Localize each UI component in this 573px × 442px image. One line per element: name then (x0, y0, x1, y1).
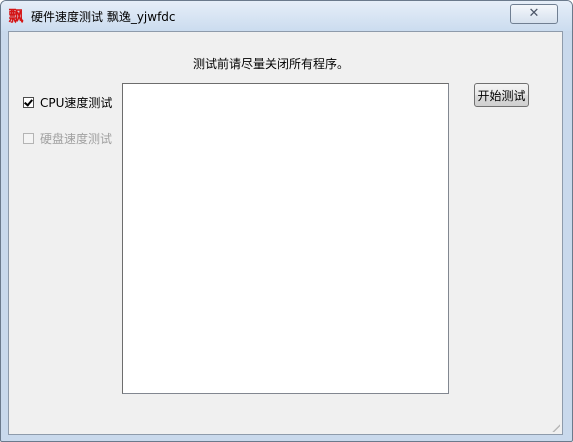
cpu-test-checkbox-row[interactable]: CPU速度测试 (23, 94, 112, 110)
title-bar[interactable]: 飘 硬件速度测试 飘逸_yjwfdc ✕ (1, 1, 572, 31)
close-button[interactable]: ✕ (510, 4, 558, 24)
notice-text: 测试前请尽量关闭所有程序。 (193, 57, 350, 71)
disk-test-checkbox (23, 132, 34, 144)
client-area: 测试前请尽量关闭所有程序。 CPU速度测试 硬盘速度测试 开始测试 (8, 31, 563, 435)
window-title: 硬件速度测试 飘逸_yjwfdc (31, 10, 176, 24)
close-icon: ✕ (528, 6, 540, 21)
start-test-button[interactable]: 开始测试 (474, 83, 529, 107)
cpu-test-label: CPU速度测试 (40, 95, 113, 110)
resize-grip[interactable] (550, 422, 560, 432)
result-output-box[interactable] (122, 83, 449, 394)
app-icon: 飘 (8, 7, 24, 25)
disk-test-label: 硬盘速度测试 (40, 131, 113, 146)
app-window: 飘 硬件速度测试 飘逸_yjwfdc ✕ 测试前请尽量关闭所有程序。 CPU速度… (0, 0, 573, 442)
disk-test-checkbox-row: 硬盘速度测试 (23, 130, 112, 146)
cpu-test-checkbox[interactable] (23, 96, 34, 108)
